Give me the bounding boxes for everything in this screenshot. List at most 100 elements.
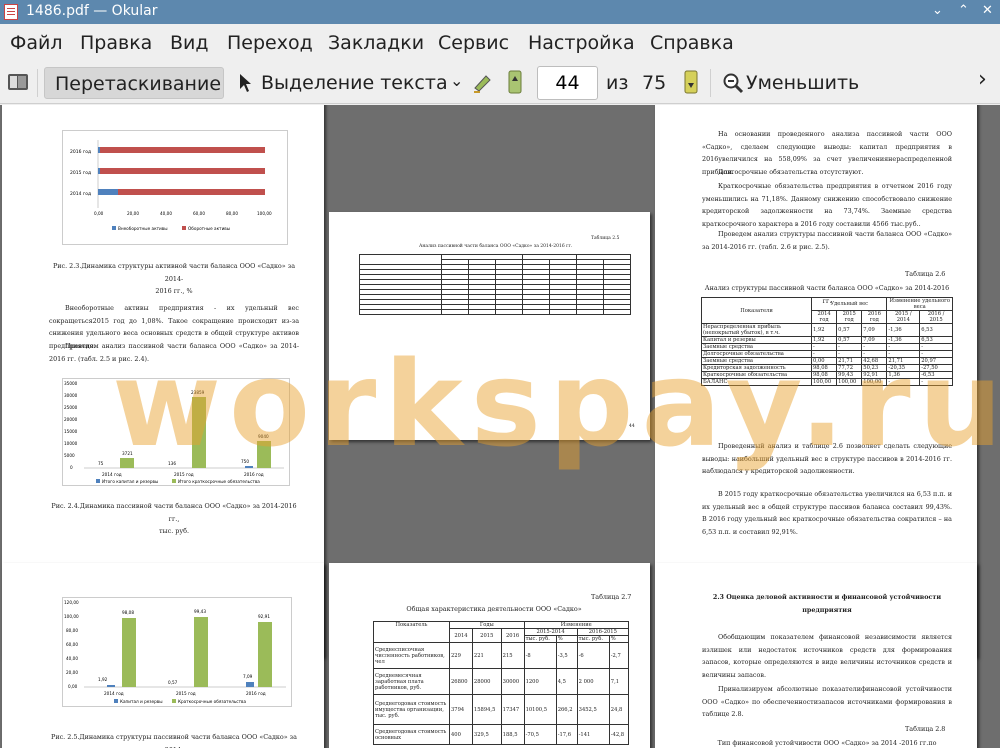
svg-text:99,43: 99,43 [194, 609, 206, 614]
table-label: Таблица 2.5 [591, 236, 620, 241]
toolbar-separator [37, 69, 38, 97]
svg-text:60,00: 60,00 [66, 642, 78, 647]
svg-text:Капитал и резервы: Капитал и резервы [120, 699, 163, 704]
title-bar: 1486.pdf — Okular ⌄ ⌃ ✕ [0, 0, 1000, 24]
svg-text:Итого краткосрочные обязательс: Итого краткосрочные обязательства [178, 479, 260, 484]
svg-text:750: 750 [241, 459, 249, 464]
page-44: Таблица 2.5 Анализ пассивной части балан… [329, 212, 650, 440]
table-title: Тип финансовой устойчивости ООО «Садко» … [717, 739, 937, 747]
paragraph: Проведем анализ структуры пассивной част… [702, 230, 952, 251]
menu-bar: Файл Правка Вид Переход Закладки Сервис … [0, 24, 1000, 62]
section-heading: 2.3 Оценка деловой активности и финансов… [712, 593, 942, 614]
chart-legend-label: Внеоборотные активы [118, 226, 168, 231]
paragraph: Принализируем абсолютные показателифинан… [702, 685, 952, 718]
page-47: Таблица 2.7 Общая характеристика деятель… [329, 563, 650, 748]
svg-text:10000: 10000 [64, 441, 78, 446]
figure-caption: Рис. 2.3.Динамика структуры активной час… [52, 262, 296, 295]
svg-text:0: 0 [70, 465, 73, 470]
asset-structure-chart: 2016 год 2015 год 2014 год 0,00 20,00 40… [62, 130, 288, 245]
page-48: 2.3 Оценка деловой активности и финансов… [655, 563, 977, 748]
window-title: 1486.pdf — Okular [26, 3, 158, 19]
svg-text:2014 год: 2014 год [102, 472, 122, 477]
annotation-pen-icon[interactable] [472, 72, 494, 99]
svg-text:7,09: 7,09 [243, 674, 253, 679]
svg-text:3721: 3721 [122, 451, 133, 456]
menu-go[interactable]: Переход [227, 32, 313, 54]
menu-help[interactable]: Справка [650, 32, 734, 54]
menu-tools[interactable]: Сервис [438, 32, 509, 54]
svg-text:30000: 30000 [64, 393, 78, 398]
paragraph: В 2015 году краткосрочные обязательства … [702, 490, 952, 536]
svg-text:2016 год: 2016 год [246, 691, 266, 696]
minimize-icon[interactable]: ⌄ [932, 3, 943, 19]
svg-text:Краткосрочные обязательства: Краткосрочные обязательства [178, 699, 247, 704]
svg-text:20,00: 20,00 [66, 670, 78, 675]
svg-text:9040: 9040 [258, 434, 269, 439]
chart-legend-label: Оборотные активы [188, 226, 230, 231]
menu-view[interactable]: Вид [170, 32, 209, 54]
menu-bookmarks[interactable]: Закладки [328, 32, 424, 54]
menu-settings[interactable]: Настройка [528, 32, 635, 54]
svg-text:2015 год: 2015 год [174, 472, 194, 477]
maximize-icon[interactable]: ⌃ [958, 3, 969, 19]
table-label: Таблица 2.6 [905, 270, 946, 278]
page-of-label: из [606, 72, 629, 94]
svg-text:20000: 20000 [64, 417, 78, 422]
chevron-down-icon[interactable]: ⌄ [450, 70, 463, 92]
passive-structure-chart: 120,00 100,00 80,00 60,00 40,00 20,00 0,… [62, 597, 292, 707]
table-label: Таблица 2.8 [905, 725, 946, 733]
toolbar-overflow-icon[interactable]: › [978, 69, 987, 91]
zoom-out-button[interactable]: Уменьшить [746, 72, 859, 94]
svg-text:5000: 5000 [64, 453, 75, 458]
svg-text:1,92: 1,92 [98, 677, 108, 682]
document-viewport[interactable]: 2016 год 2015 год 2014 год 0,00 20,00 40… [0, 105, 1000, 748]
sidebar-toggle-icon[interactable] [7, 72, 29, 97]
page-46: 120,00 100,00 80,00 60,00 40,00 20,00 0,… [2, 563, 324, 748]
page-number: 44 [629, 424, 635, 429]
browse-tool-label: Перетаскивание [55, 73, 222, 95]
svg-text:Итого капитал и резервы: Итого капитал и резервы [102, 479, 158, 484]
svg-text:2014 год: 2014 год [104, 691, 124, 696]
svg-text:0,00: 0,00 [68, 684, 78, 689]
page-number-input[interactable]: 44 [537, 66, 598, 100]
table-title: Общая характеристика деятельности ООО «С… [406, 605, 582, 613]
table-title: Анализ пассивной части баланса ООО «Садк… [419, 244, 573, 249]
paragraph: Краткосрочные обязательства предприятия … [702, 182, 952, 228]
svg-text:120,00: 120,00 [64, 600, 79, 605]
menu-edit[interactable]: Правка [80, 32, 152, 54]
liabilities-dynamics-chart: 35000 30000 25000 20000 15000 10000 5000… [62, 378, 290, 486]
chart-category-label: 2015 год [70, 170, 91, 176]
text-select-tool-button[interactable]: Выделение текста [261, 72, 448, 94]
zoom-out-icon[interactable] [722, 72, 744, 99]
okular-app-icon [4, 4, 18, 20]
chart-tick-label: 0,00 [94, 211, 104, 216]
chart-category-label: 2014 год [70, 191, 91, 197]
menu-file[interactable]: Файл [10, 32, 63, 54]
paragraph: Проведенный анализ и таблице 2.6 позволя… [702, 442, 952, 475]
svg-text:2016 год: 2016 год [244, 472, 264, 477]
close-icon[interactable]: ✕ [982, 3, 993, 19]
previous-page-icon[interactable] [507, 70, 523, 99]
svg-text:0,57: 0,57 [168, 680, 178, 685]
svg-text:75: 75 [98, 461, 104, 466]
svg-text:136: 136 [168, 461, 176, 466]
table-label: Таблица 2.7 [591, 593, 632, 601]
next-page-icon[interactable] [683, 70, 699, 99]
svg-text:80,00: 80,00 [66, 628, 78, 633]
page-total-label: 75 [642, 72, 667, 94]
chart-tick-label: 60,00 [193, 211, 205, 216]
chart-tick-label: 80,00 [226, 211, 238, 216]
main-toolbar: Перетаскивание Выделение текста ⌄ 44 из … [0, 62, 1000, 104]
svg-text:15000: 15000 [64, 429, 78, 434]
svg-text:35000: 35000 [64, 381, 78, 386]
svg-text:23859: 23859 [191, 390, 205, 395]
svg-text:2015 год: 2015 год [176, 691, 196, 696]
figure-caption: Рис. 2.4.Динамика пассивной части баланс… [51, 502, 297, 535]
browse-tool-button[interactable]: Перетаскивание [44, 67, 224, 99]
toolbar-separator [710, 69, 711, 97]
cursor-icon [238, 73, 252, 98]
svg-text:92,91: 92,91 [258, 614, 270, 619]
chart-category-label: 2016 год [70, 149, 91, 155]
chart-tick-label: 40,00 [160, 211, 172, 216]
passive-structure-table: Показатели Удельный вес Изменение удельн… [701, 297, 953, 386]
